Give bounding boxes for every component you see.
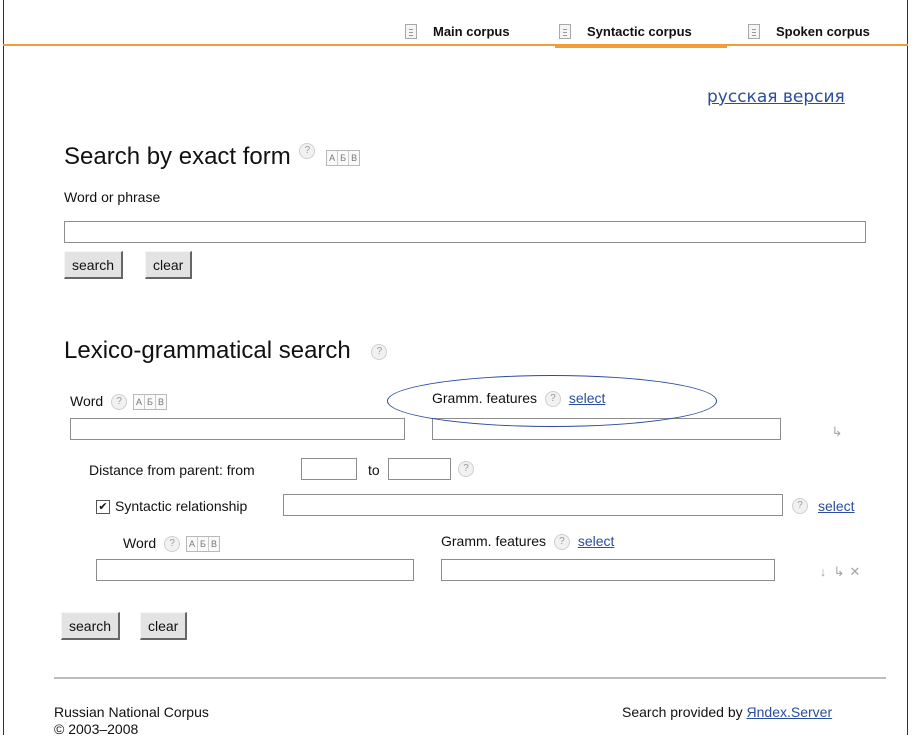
key-v: В	[210, 539, 217, 550]
help-icon[interactable]: ?	[792, 498, 808, 514]
syntactic-relationship-select-link[interactable]: select	[818, 498, 855, 514]
distance-to-label: to	[368, 462, 380, 478]
help-icon[interactable]: ?	[111, 394, 128, 411]
word-label-text: Word	[123, 535, 157, 551]
document-icon	[748, 23, 760, 39]
word-or-phrase-label: Word or phrase	[64, 189, 161, 205]
help-icon[interactable]: ?	[371, 343, 388, 360]
active-tab-indicator	[555, 44, 727, 48]
highlight-ellipse	[387, 375, 717, 427]
key-b: Б	[338, 150, 350, 165]
exact-search-title-text: Search by exact form	[64, 143, 291, 170]
add-child-icon[interactable]: ↳	[831, 564, 847, 580]
lexgram-clear-button[interactable]: clear	[140, 612, 188, 640]
tab-syntactic-corpus[interactable]: Syntactic corpus	[559, 18, 692, 44]
exact-search-button[interactable]: search	[64, 251, 124, 279]
add-sibling-icon[interactable]: ↓	[815, 564, 831, 580]
document-icon	[405, 23, 417, 39]
key-v: В	[157, 397, 164, 408]
footer-search-provider: Search provided by Яndex.Server	[622, 704, 832, 720]
help-icon[interactable]: ?	[458, 461, 474, 477]
yandex-server-link[interactable]: Яndex.Server	[747, 704, 833, 720]
key-b: Б	[145, 395, 156, 410]
syntactic-relationship-checkbox[interactable]: ✔	[96, 500, 110, 514]
cyrillic-keyboard-icon[interactable]: АБВ	[326, 149, 361, 166]
remove-icon[interactable]: ✕	[847, 564, 863, 580]
distance-label: Distance from parent: from	[89, 462, 255, 478]
key-b: Б	[198, 537, 209, 552]
tab-spoken-corpus[interactable]: Spoken corpus	[748, 18, 870, 44]
exact-search-title: Search by exact form ? АБВ	[64, 143, 361, 171]
tab-label: Main corpus	[433, 23, 510, 39]
word-or-phrase-input[interactable]	[64, 221, 866, 243]
syntactic-relationship-label: Syntactic relationship	[115, 498, 248, 514]
lexgram-search-title: Lexico-grammatical search ?	[64, 337, 388, 365]
document-icon	[559, 23, 571, 39]
tab-label: Spoken corpus	[776, 23, 870, 39]
help-icon[interactable]: ?	[553, 534, 570, 551]
corpus-tabs: Main corpus Syntactic corpus Spoken corp…	[0, 18, 914, 44]
footer-copyright-name: Russian National Corpus	[54, 704, 209, 720]
key-a: А	[187, 537, 198, 552]
gramm-features-label: Gramm. features ? select	[441, 533, 615, 551]
gramm-features-input[interactable]	[441, 559, 775, 581]
add-child-icon[interactable]: ↳	[829, 424, 845, 440]
key-v: В	[351, 152, 358, 163]
distance-to-input[interactable]	[388, 458, 451, 480]
distance-from-input[interactable]	[301, 458, 357, 480]
footer-divider	[54, 677, 886, 679]
tab-main-corpus[interactable]: Main corpus	[405, 18, 510, 44]
gramm-features-text: Gramm. features	[441, 533, 547, 549]
help-icon[interactable]: ?	[164, 536, 181, 553]
key-a: А	[134, 395, 145, 410]
cyrillic-keyboard-icon[interactable]: АБВ	[185, 536, 220, 553]
footer-provider-text: Search provided by	[622, 704, 743, 720]
cyrillic-keyboard-icon[interactable]: АБВ	[132, 394, 167, 411]
word-input[interactable]	[96, 559, 414, 581]
help-icon[interactable]: ?	[299, 143, 316, 159]
word-input[interactable]	[70, 418, 405, 440]
lexgram-search-title-text: Lexico-grammatical search	[64, 337, 351, 364]
gramm-features-select-link[interactable]: select	[578, 533, 615, 549]
exact-clear-button[interactable]: clear	[145, 251, 193, 279]
word-label: Word ? АБВ	[70, 393, 167, 411]
key-a: А	[327, 150, 339, 165]
word-label-text: Word	[70, 393, 104, 409]
word-label: Word ? АБВ	[123, 535, 220, 553]
russian-version-link[interactable]: русская версия	[707, 87, 845, 107]
lexgram-search-button[interactable]: search	[61, 612, 121, 640]
nav-divider	[3, 44, 908, 46]
page-frame	[3, 0, 908, 735]
syntactic-relationship-input[interactable]	[283, 494, 783, 516]
tab-label: Syntactic corpus	[587, 23, 692, 39]
